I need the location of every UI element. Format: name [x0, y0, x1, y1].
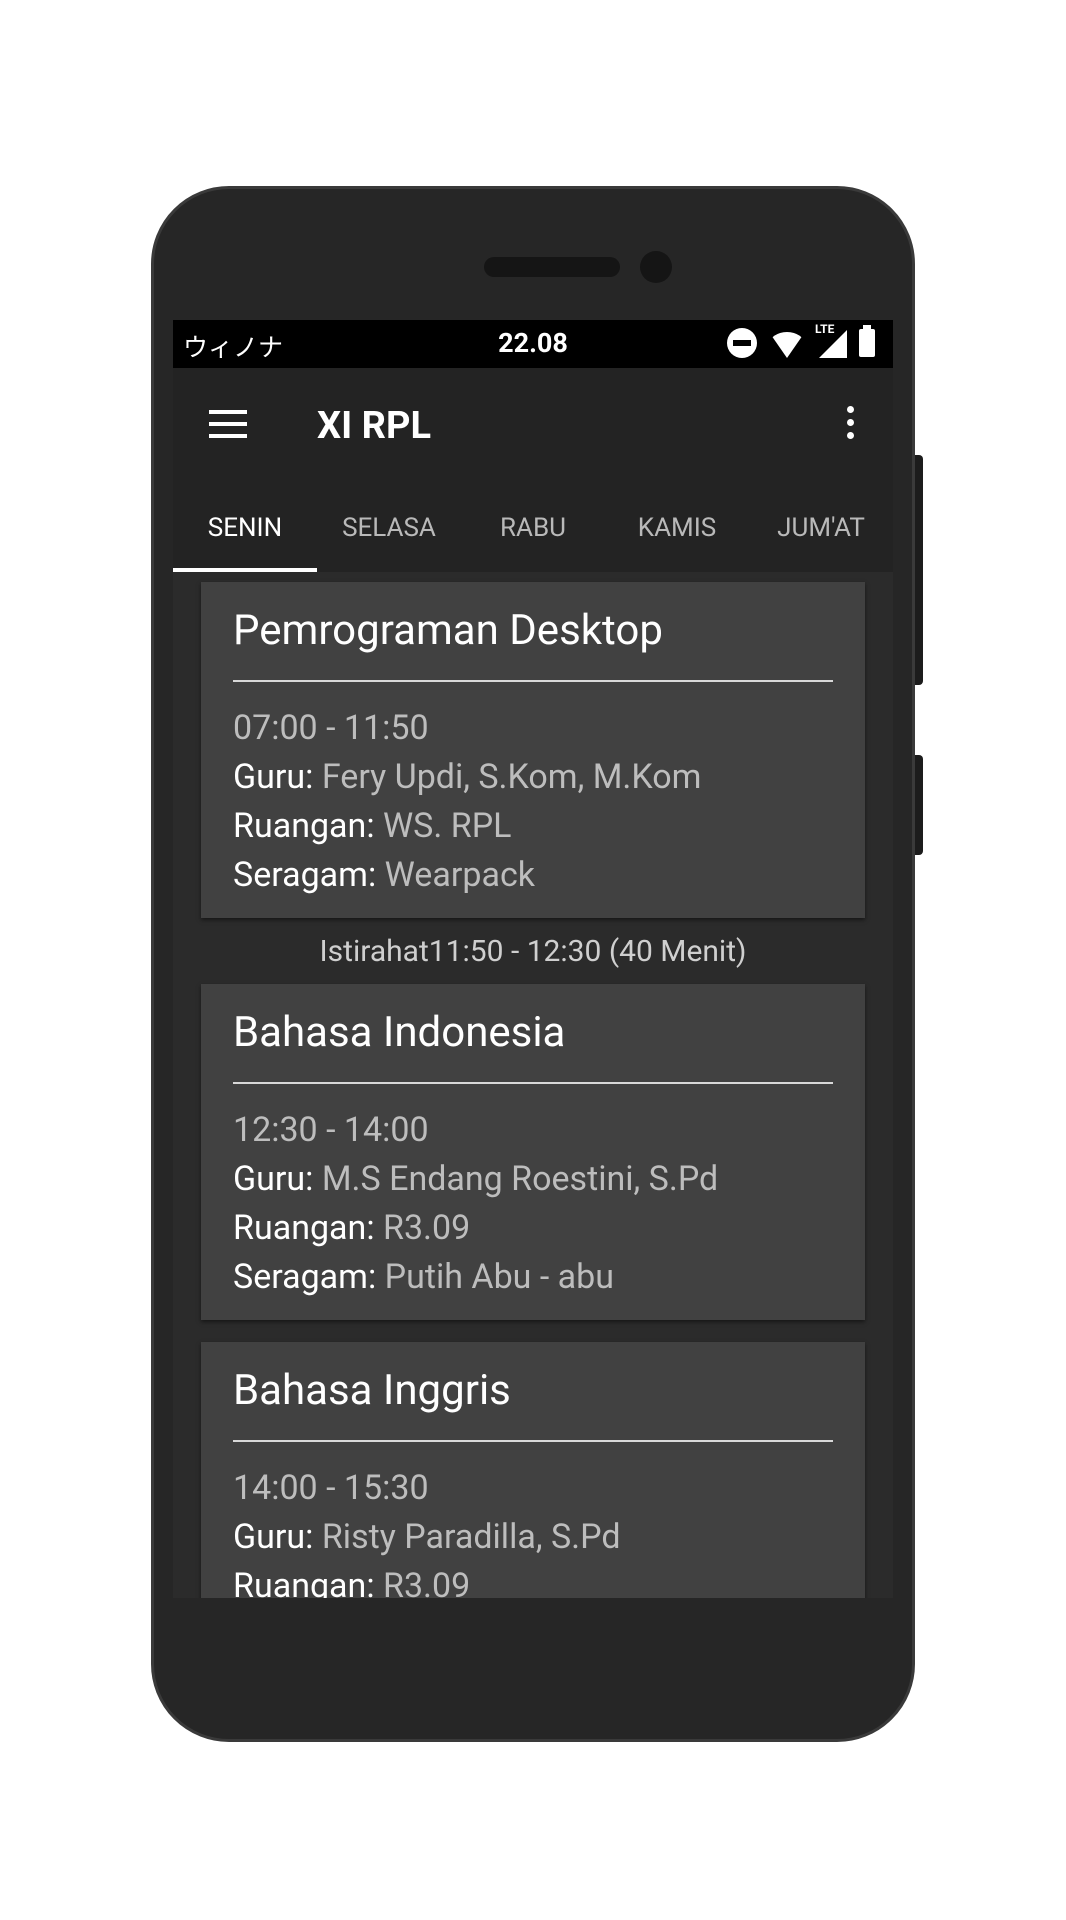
guru-row: Guru: M.S Endang Roestini, S.Pd [233, 1155, 833, 1204]
volume-button [915, 455, 923, 685]
guru-value: Risty Paradilla, S.Pd [321, 1517, 621, 1557]
seragam-row: Seragam: Putih Abu - abu [233, 1253, 833, 1302]
ruangan-row: Ruangan: R3.09 [233, 1204, 833, 1253]
time-row: 12:30 - 14:00 [233, 1110, 429, 1150]
guru-value: M.S Endang Roestini, S.Pd [321, 1159, 719, 1199]
subject-title: Bahasa Inggris [233, 1366, 511, 1415]
seragam-label: Seragam: [233, 1257, 377, 1297]
more-vert-icon[interactable] [845, 406, 855, 444]
seragam-label: Seragam: [233, 855, 377, 895]
guru-label: Guru: [233, 757, 314, 797]
do-not-disturb-icon [727, 328, 757, 358]
ruangan-value: R3.09 [383, 1566, 471, 1598]
status-bar: ウィノナ 22.08 LTE [173, 320, 893, 368]
front-camera [640, 251, 672, 283]
ruangan-value: WS. RPL [383, 806, 512, 846]
card-divider [233, 680, 833, 682]
schedule-card[interactable]: Pemrograman Desktop 07:00 - 11:50 Guru: … [201, 582, 865, 918]
guru-label: Guru: [233, 1517, 314, 1557]
app-title: XI RPL [317, 404, 432, 448]
guru-value: Fery Updi, S.Kom, M.Kom [321, 757, 702, 797]
seragam-value: Wearpack [384, 855, 535, 895]
card-divider [233, 1082, 833, 1084]
tab-kamis[interactable]: KAMIS [605, 484, 749, 572]
guru-row: Guru: Risty Paradilla, S.Pd [233, 1513, 833, 1562]
power-button [915, 755, 923, 855]
hamburger-menu-icon[interactable] [209, 410, 247, 440]
subject-title: Bahasa Indonesia [233, 1008, 566, 1057]
wifi-icon [769, 332, 805, 358]
ruangan-label: Ruangan: [233, 1566, 375, 1598]
card-divider [233, 1440, 833, 1442]
schedule-card[interactable]: Bahasa Indonesia 12:30 - 14:00 Guru: M.S… [201, 984, 865, 1320]
ruangan-row: Ruangan: WS. RPL [233, 802, 833, 851]
ruangan-row: Ruangan: R3.09 [233, 1562, 833, 1598]
ruangan-label: Ruangan: [233, 806, 375, 846]
schedule-list[interactable]: Pemrograman Desktop 07:00 - 11:50 Guru: … [173, 572, 893, 1598]
time-row: 14:00 - 15:30 [233, 1468, 429, 1508]
day-tabs: SENIN SELASA RABU KAMIS JUM'AT [173, 484, 893, 572]
break-info: Istirahat11:50 - 12:30 (40 Menit) [319, 934, 747, 969]
tab-selasa[interactable]: SELASA [317, 484, 461, 572]
lte-signal-icon: LTE [815, 322, 847, 358]
status-icons: LTE [727, 322, 875, 358]
app-bar: XI RPL [173, 368, 893, 484]
seragam-row: Seragam: Wearpack [233, 851, 833, 900]
time-row: 07:00 - 11:50 [233, 708, 429, 748]
ruangan-value: R3.09 [383, 1208, 471, 1248]
screen: ウィノナ 22.08 LTE XI RPL SENIN SELASA RABU … [173, 320, 893, 1598]
battery-icon [859, 325, 875, 357]
seragam-value: Putih Abu - abu [384, 1257, 615, 1297]
subject-title: Pemrograman Desktop [233, 606, 663, 655]
tab-jumat[interactable]: JUM'AT [749, 484, 893, 572]
guru-label: Guru: [233, 1159, 314, 1199]
tab-rabu[interactable]: RABU [461, 484, 605, 572]
guru-row: Guru: Fery Updi, S.Kom, M.Kom [233, 753, 833, 802]
tab-senin[interactable]: SENIN [173, 484, 317, 572]
earpiece-speaker [484, 257, 620, 277]
schedule-card[interactable]: Bahasa Inggris 14:00 - 15:30 Guru: Risty… [201, 1342, 865, 1598]
ruangan-label: Ruangan: [233, 1208, 375, 1248]
